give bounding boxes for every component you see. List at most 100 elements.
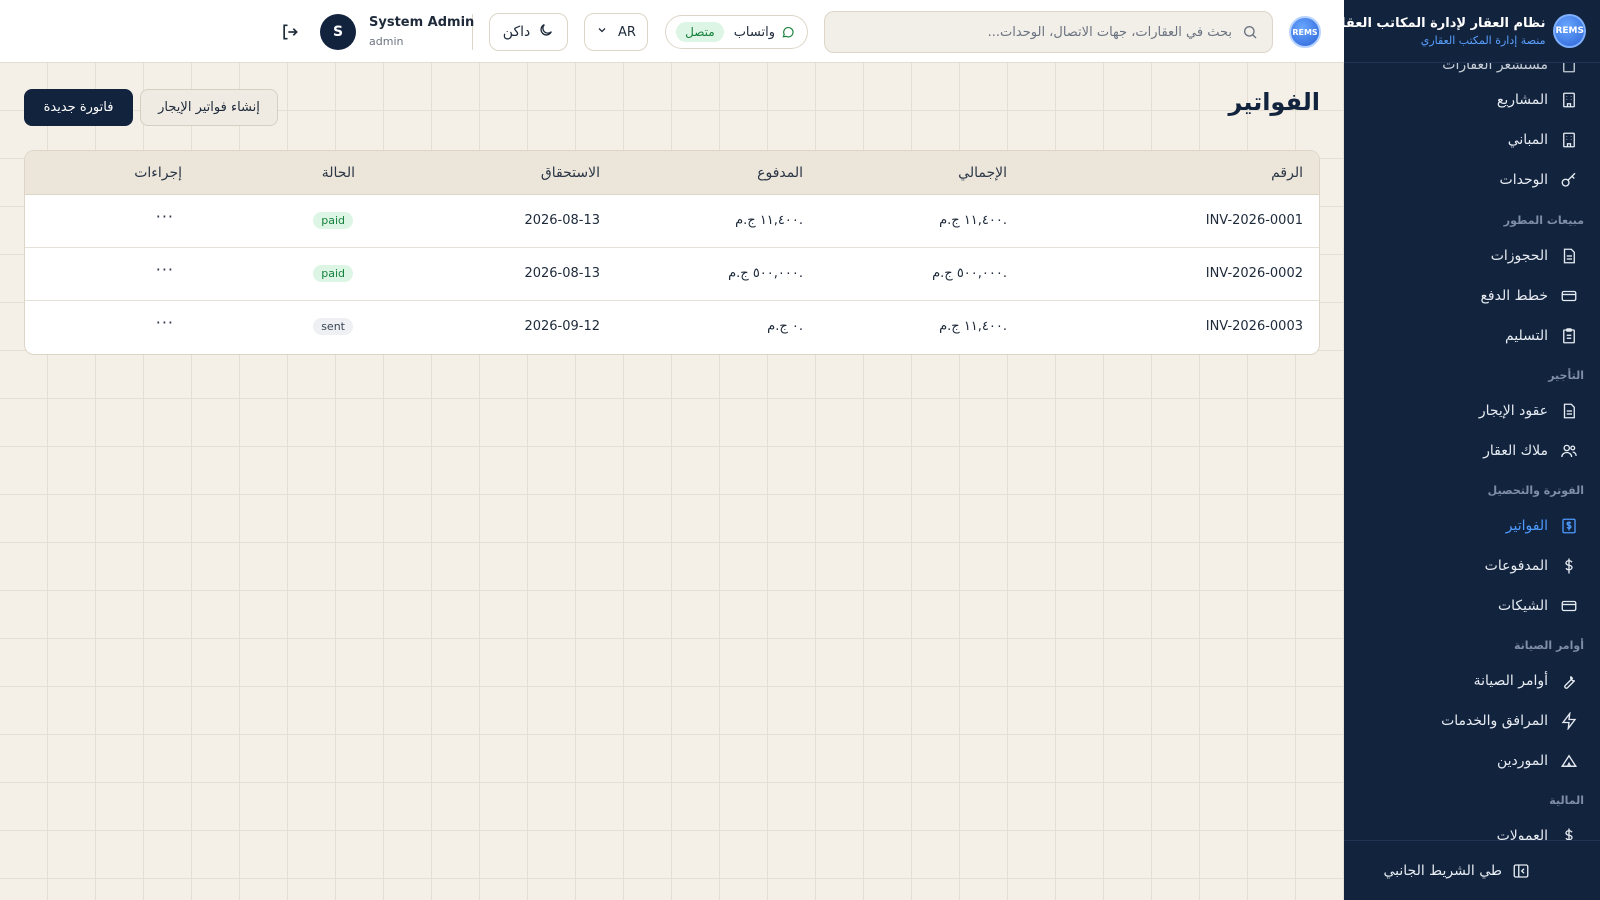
sidebar-item-invoices[interactable]: الفواتير — [1344, 506, 1600, 546]
key-icon — [1560, 171, 1578, 189]
sidebar-item-commissions[interactable]: العمولات — [1344, 816, 1600, 841]
invoices-table: الرقم الإجمالي المدفوع الاستحقاق الحالة … — [24, 150, 1320, 355]
invoice-paid: ٥٠٠,٠٠٠ ج.م. — [728, 266, 803, 281]
invoice-paid: ٠ ج.م. — [767, 319, 803, 334]
card-icon — [1560, 597, 1578, 615]
invoice-due-date: 2026-09-12 — [524, 319, 600, 334]
section-leasing: التأجير — [1548, 369, 1584, 382]
sidebar-item-vendors[interactable]: الموردين — [1344, 741, 1600, 781]
app-logo-small[interactable]: REMS — [1289, 16, 1321, 48]
invoice-due-date: 2026-08-13 — [524, 213, 600, 228]
sidebar: REMS نظام العقار لإدارة المكاتب العقارية… — [1321, 0, 1600, 900]
sidebar-item-leases[interactable]: عقود الإيجار — [1344, 391, 1600, 431]
invoice-number[interactable]: INV-2026-0001 — [1206, 213, 1303, 228]
chat-bubble-icon — [781, 25, 795, 39]
clipboard-icon — [1560, 327, 1578, 345]
sidebar-item-label: ملاك العقار — [1483, 443, 1548, 459]
dollar-icon — [1560, 557, 1578, 575]
chevron-down-icon — [596, 24, 608, 40]
tent-icon — [1560, 752, 1578, 770]
sidebar-item-label: أوامر الصيانة — [1473, 673, 1548, 689]
section-finance: المالية — [1549, 794, 1584, 807]
row-actions-menu[interactable]: ··· — [156, 313, 174, 332]
global-search-input[interactable]: بحث في العقارات، جهات الاتصال، الوحدات..… — [824, 11, 1273, 53]
theme-toggle-button[interactable]: داكن — [489, 13, 568, 51]
sidebar-item-label: عقود الإيجار — [1478, 403, 1548, 419]
document-icon — [1560, 402, 1578, 420]
section-billing: الفوترة والتحصيل — [1487, 484, 1584, 497]
whatsapp-connected-badge: متصل — [676, 22, 724, 42]
sidebar-item-label: الشيكات — [1497, 598, 1548, 614]
document-icon — [1560, 247, 1578, 265]
brand-title: نظام العقار لإدارة المكاتب العقارية — [1320, 15, 1546, 31]
language-value: AR — [618, 24, 636, 40]
sidebar-item-owners[interactable]: ملاك العقار — [1344, 431, 1600, 471]
sidebar-item-maintenance-orders[interactable]: أوامر الصيانة — [1344, 661, 1600, 701]
search-icon — [1242, 24, 1258, 40]
sidebar-item-label: التسليم — [1504, 328, 1548, 344]
table-row[interactable]: INV-2026-0003 ١١,٤٠٠ ج.م. ٠ ج.م. 2026-09… — [25, 301, 1319, 354]
moon-icon — [538, 22, 554, 42]
avatar[interactable]: S — [320, 14, 356, 50]
table-row[interactable]: INV-2026-0001 ١١,٤٠٠ ج.م. ١١,٤٠٠ ج.م. 20… — [25, 195, 1319, 248]
wrench-icon — [1560, 672, 1578, 690]
column-header-paid[interactable]: المدفوع — [757, 165, 803, 181]
row-actions-menu[interactable]: ··· — [156, 260, 174, 279]
sidebar-item-buildings[interactable]: المباني — [1344, 120, 1600, 160]
building-icon — [1560, 131, 1578, 149]
sidebar-item-label: خطط الدفع — [1480, 288, 1548, 304]
invoice-total: ١١,٤٠٠ ج.م. — [939, 319, 1007, 334]
table-header: الرقم الإجمالي المدفوع الاستحقاق الحالة … — [25, 151, 1319, 195]
collapse-sidebar-button[interactable]: طي الشريط الجانبي — [1344, 840, 1600, 900]
generate-rent-invoices-button[interactable]: إنشاء فواتير الإيجار — [140, 89, 278, 126]
sidebar-item-payment-plans[interactable]: خطط الدفع — [1344, 276, 1600, 316]
sidebar-item-utilities[interactable]: المرافق والخدمات — [1344, 701, 1600, 741]
brand-header[interactable]: REMS نظام العقار لإدارة المكاتب العقارية… — [1321, 0, 1600, 63]
status-badge: sent — [313, 318, 353, 335]
theme-label: داكن — [502, 24, 531, 40]
column-header-due[interactable]: الاستحقاق — [541, 165, 600, 181]
invoice-number[interactable]: INV-2026-0003 — [1206, 319, 1303, 334]
table-row[interactable]: INV-2026-0002 ٥٠٠,٠٠٠ ج.م. ٥٠٠,٠٠٠ ج.م. … — [25, 248, 1319, 301]
column-header-actions: إجراءات — [134, 165, 182, 181]
logout-icon[interactable] — [280, 22, 300, 42]
user-name: System Admin — [369, 15, 475, 30]
sidebar-item-label: مستشعر العقارات — [1442, 63, 1548, 73]
whatsapp-status-button[interactable]: واتساب متصل — [665, 15, 808, 49]
sidebar-item-reservations[interactable]: الحجوزات — [1344, 236, 1600, 276]
search-placeholder: بحث في العقارات، جهات الاتصال، الوحدات..… — [987, 24, 1232, 40]
whatsapp-label: واتساب — [733, 24, 775, 40]
sidebar-nav: مستشعر العقارات المشاريع المباني الوحدات… — [1344, 63, 1600, 841]
invoice-total: ١١,٤٠٠ ج.م. — [939, 213, 1007, 228]
column-header-number[interactable]: الرقم — [1271, 165, 1303, 181]
column-header-status[interactable]: الحالة — [322, 165, 355, 181]
sidebar-item-label: الوحدات — [1499, 172, 1548, 188]
sidebar-item-units[interactable]: الوحدات — [1344, 160, 1600, 200]
sidebar-item-label: الموردين — [1496, 753, 1548, 769]
sidebar-item-projects[interactable]: المشاريع — [1344, 80, 1600, 120]
status-badge: paid — [313, 212, 353, 229]
new-invoice-button[interactable]: فاتورة جديدة — [24, 89, 133, 126]
sidebar-item-cheques[interactable]: الشيكات — [1344, 586, 1600, 626]
column-header-total[interactable]: الإجمالي — [958, 165, 1007, 181]
invoice-total: ٥٠٠,٠٠٠ ج.م. — [932, 266, 1007, 281]
status-badge: paid — [313, 265, 353, 282]
language-selector[interactable]: AR — [584, 13, 648, 51]
sidebar-item-label: الفواتير — [1505, 518, 1548, 534]
sidebar-item-label: المرافق والخدمات — [1441, 713, 1548, 729]
invoice-due-date: 2026-08-13 — [524, 266, 600, 281]
sidebar-item-payments[interactable]: المدفوعات — [1344, 546, 1600, 586]
sidebar-item-label: المباني — [1507, 132, 1548, 148]
sidebar-collapse-icon — [1512, 862, 1530, 880]
brand-subtitle: منصة إدارة المكتب العقاري — [1420, 33, 1546, 47]
top-bar: REMS بحث في العقارات، جهات الاتصال، الوح… — [0, 0, 1344, 63]
sidebar-item-label: المشاريع — [1496, 92, 1548, 108]
sidebar-item-handover[interactable]: التسليم — [1344, 316, 1600, 356]
users-icon — [1560, 442, 1578, 460]
invoice-number[interactable]: INV-2026-0002 — [1206, 266, 1303, 281]
dollar-icon — [1560, 827, 1578, 841]
row-actions-menu[interactable]: ··· — [156, 207, 174, 226]
card-icon — [1560, 287, 1578, 305]
sidebar-item-label: المدفوعات — [1484, 558, 1548, 574]
section-maintenance: أوامر الصيانة — [1513, 639, 1584, 652]
